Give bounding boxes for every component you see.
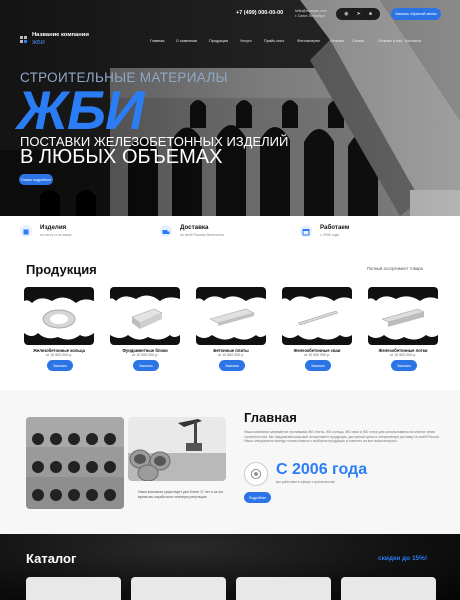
city-label: г. Санкт-Петербург <box>295 13 326 18</box>
catalog-card[interactable] <box>341 577 436 600</box>
product-price: от 10 500 000 р. <box>131 353 159 357</box>
phone-number[interactable]: +7 (499) 000-00-00 <box>236 10 283 16</box>
product-card: Железобетонные лотки от 10 500 000 р. За… <box>368 287 438 379</box>
features-strip: Изделия по госту и на заказ Доставка по … <box>0 218 460 244</box>
nav-item-home[interactable]: Главная <box>150 39 164 43</box>
box-icon <box>20 225 32 237</box>
company-tag: ЖБИ <box>32 40 45 46</box>
about-more-button[interactable]: Подробнее <box>244 492 271 503</box>
products-all-link[interactable]: Полный ассортимент товара <box>367 266 423 271</box>
since-year: С 2006 года <box>276 461 368 478</box>
hero-cta-button[interactable]: Узнать подробнее <box>19 174 53 185</box>
catalog-card[interactable] <box>26 577 121 600</box>
about-image-pipes <box>128 417 226 481</box>
catalog-section: Каталог скидки до 15%! <box>0 534 460 600</box>
products-section: Продукция Полный ассортимент товара Желе… <box>0 244 460 390</box>
product-image-trays[interactable] <box>368 287 438 345</box>
product-card: Железобетонные кольца от 10 500 000 р. З… <box>24 287 94 379</box>
catalog-card[interactable] <box>236 577 331 600</box>
about-title: Главная <box>244 410 297 425</box>
email-link[interactable]: hello@example.com <box>295 9 327 14</box>
product-order-button[interactable]: Заказать <box>47 360 73 371</box>
feature-subtitle: по госту и на заказ <box>40 233 72 237</box>
about-text: Наша компания занимается поставками ЖБ п… <box>244 430 440 444</box>
telegram-icon[interactable]: ➤ <box>357 11 361 17</box>
about-section: Наша компания существует уже более 17 ле… <box>0 390 460 534</box>
nav-item-gallery[interactable]: Фотогалерея <box>297 39 320 43</box>
vk-icon[interactable]: ■ <box>369 11 372 17</box>
medal-icon <box>244 462 268 486</box>
logo-icon[interactable] <box>20 36 27 43</box>
nav-item-feedback[interactable]: Отзывы о нас <box>378 39 402 43</box>
feature-title: Работаем <box>320 224 350 231</box>
top-bar: +7 (499) 000-00-00 hello@example.com г. … <box>0 8 460 22</box>
product-card: Фундаментные блоки от 10 500 000 р. Зака… <box>110 287 180 379</box>
feature-subtitle: по всей России бесплатно <box>180 233 224 237</box>
product-order-button[interactable]: Заказать <box>133 360 159 371</box>
product-image-piles[interactable] <box>282 287 352 345</box>
feature-products: Изделия по госту и на заказ <box>20 223 140 241</box>
product-price: от 10 800 000 р. <box>217 353 245 357</box>
hero-headline: ЖБИ <box>17 79 144 141</box>
feature-title: Изделия <box>40 224 67 231</box>
feature-title: Доставка <box>180 224 209 231</box>
catalog-title: Каталог <box>26 551 77 566</box>
product-order-button[interactable]: Заказать <box>219 360 245 371</box>
nav-item-services[interactable]: Услуги <box>240 39 252 43</box>
product-price: от 10 500 000 р. <box>389 353 417 357</box>
nav-item-articles[interactable]: Статьи <box>352 39 364 43</box>
feature-subtitle: с 2006 года <box>320 233 340 237</box>
product-order-button[interactable]: Заказать <box>305 360 331 371</box>
about-image-slabs <box>26 417 124 509</box>
product-image-slabs[interactable] <box>196 287 266 345</box>
hero-subline-2: В ЛЮБЫХ ОБЪЕМАХ <box>20 146 223 168</box>
callback-button[interactable]: Заказать обратный звонок <box>391 8 441 20</box>
feature-since: Работаем с 2006 года <box>300 223 420 241</box>
nav-item-reviews[interactable]: Отзывы <box>330 39 344 43</box>
social-links: ◉ ➤ ■ <box>336 8 380 20</box>
products-title: Продукция <box>26 262 97 277</box>
company-name[interactable]: Название компании <box>32 32 89 38</box>
product-order-button[interactable]: Заказать <box>391 360 417 371</box>
nav-item-prices[interactable]: Прайс-лист <box>264 39 284 43</box>
product-price: от 10 500 000 р. <box>45 353 73 357</box>
product-price: от 10 500 000 р. <box>303 353 331 357</box>
feature-delivery: Доставка по всей России бесплатно <box>160 223 280 241</box>
contact-block: hello@example.com г. Санкт-Петербург <box>295 9 327 18</box>
whatsapp-icon[interactable]: ◉ <box>344 11 348 17</box>
product-card: Бетонные плиты от 10 800 000 р. Заказать <box>196 287 266 379</box>
product-card: Железобетонные сваи от 10 500 000 р. Зак… <box>282 287 352 379</box>
hero-section: +7 (499) 000-00-00 hello@example.com г. … <box>0 0 460 216</box>
calendar-icon <box>300 225 312 237</box>
nav-item-products[interactable]: Продукция <box>209 39 228 43</box>
catalog-discount: скидки до 15%! <box>378 555 428 562</box>
product-image-blocks[interactable] <box>110 287 180 345</box>
truck-icon <box>160 225 172 237</box>
catalog-card[interactable] <box>131 577 226 600</box>
since-subtitle: мы работаем в сфере строительства <box>276 480 335 484</box>
nav-item-about[interactable]: О компании <box>176 39 197 43</box>
product-image-rings[interactable] <box>24 287 94 345</box>
about-caption: Наша компания существует уже более 17 ле… <box>138 490 224 499</box>
nav-item-contacts[interactable]: Контакты <box>405 39 421 43</box>
